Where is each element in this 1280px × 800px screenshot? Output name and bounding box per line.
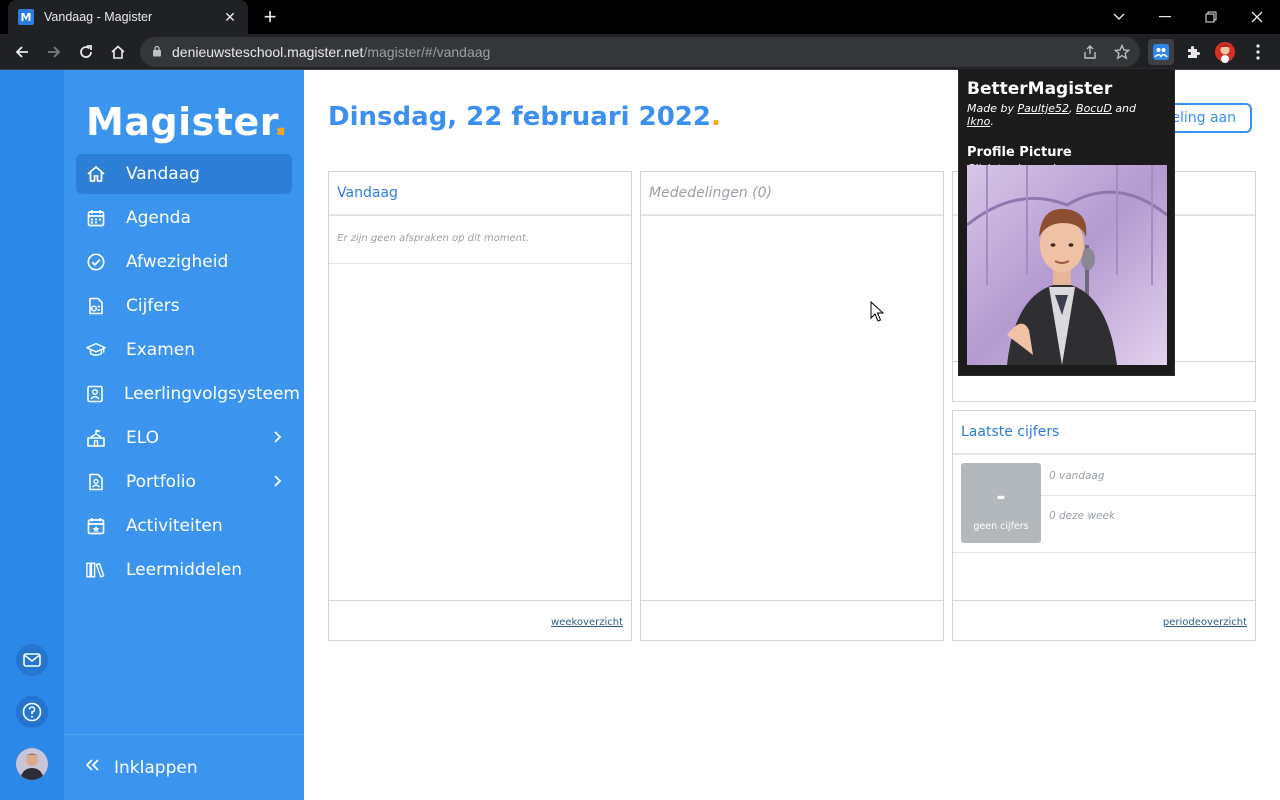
today-card: Vandaag Er zijn geen afspraken op dit mo… [328, 171, 632, 641]
lock-icon [152, 45, 162, 60]
minimize-icon[interactable] [1142, 0, 1188, 34]
sidebar-item-label: Activiteiten [126, 516, 223, 536]
check-circle-icon [86, 252, 106, 272]
sidebar-item-vandaag[interactable]: Vandaag [76, 154, 292, 194]
no-appointments-message: Er zijn geen afspraken op dit moment. [329, 216, 631, 264]
icon-rail [0, 70, 64, 800]
popup-credits: Made by Paultje52, BocuD and Ikno. [967, 102, 1137, 128]
collapse-sidebar-button[interactable]: Inklappen [64, 734, 304, 800]
browser-menu-icon[interactable] [1245, 39, 1271, 65]
sidebar-item-portfolio[interactable]: Portfolio [76, 462, 292, 502]
url-path: /magister/#/vandaag [363, 44, 491, 60]
grade-subtitle: geen cijfers [973, 521, 1029, 532]
sidebar-item-agenda[interactable]: Agenda [76, 198, 292, 238]
messages-icon[interactable] [16, 644, 48, 676]
sidebar-item-elo[interactable]: ELO [76, 418, 292, 458]
bookmark-star-icon[interactable] [1113, 43, 1131, 60]
author-link[interactable]: Ikno [967, 115, 990, 128]
sidebar-item-label: Cijfers [126, 296, 180, 316]
magister-logo[interactable]: Magister. [86, 100, 289, 144]
author-link[interactable]: Paultje52 [1017, 102, 1069, 115]
announcements-card-footer [641, 600, 943, 640]
forward-icon[interactable] [41, 39, 67, 65]
sidebar-item-label: Agenda [126, 208, 191, 228]
profile-picture-image[interactable] [967, 165, 1167, 365]
sidebar-item-activiteiten[interactable]: Activiteiten [76, 506, 292, 546]
browser-tabstrip: M Vandaag - Magister ✕ + [0, 0, 1280, 34]
calendar-icon [86, 208, 106, 228]
calendar-star-icon [86, 516, 106, 536]
bettermagister-popup: BetterMagister Made by Paultje52, BocuD … [958, 68, 1175, 376]
profile-picture-heading: Profile Picture [967, 145, 1072, 160]
today-card-title[interactable]: Vandaag [329, 172, 631, 216]
mouse-cursor-icon [870, 300, 885, 328]
reload-icon[interactable] [73, 39, 99, 65]
stat-divider [1041, 495, 1255, 496]
share-icon[interactable] [1082, 44, 1098, 60]
back-icon[interactable] [9, 39, 35, 65]
home-icon [86, 164, 106, 184]
stat-divider [953, 552, 1255, 553]
periodeoverzicht-link[interactable]: periodeoverzicht [1163, 617, 1247, 628]
grades-week-count: 0 deze week [1049, 510, 1116, 522]
tab-search-chevron-icon[interactable] [1096, 0, 1142, 34]
announcements-card-title[interactable]: Mededelingen (0) [641, 172, 943, 216]
student-profile-icon [86, 384, 104, 404]
profile-avatar-icon[interactable] [1212, 39, 1238, 65]
magister-favicon-icon: M [18, 9, 34, 25]
address-bar[interactable]: denieuwsteschool.magister.net/magister/#… [140, 37, 1140, 67]
popup-title: BetterMagister [967, 79, 1113, 99]
today-card-footer: weekoverzicht [329, 600, 631, 640]
collapse-label: Inklappen [114, 757, 198, 778]
browser-toolbar: denieuwsteschool.magister.net/magister/#… [0, 34, 1280, 70]
latest-grades-title[interactable]: Laatste cijfers [953, 411, 1255, 455]
tab-close-icon[interactable]: ✕ [222, 9, 238, 26]
portfolio-document-icon [86, 472, 106, 492]
books-icon [86, 560, 106, 580]
grade-value: - [996, 485, 1006, 510]
sidebar-item-label: Vandaag [126, 164, 200, 184]
sidebar-item-cijfers[interactable]: Cijfers [76, 286, 292, 326]
sidebar-item-label: ELO [126, 428, 159, 448]
latest-grades-card: Laatste cijfers - geen cijfers 0 vandaag… [952, 410, 1256, 641]
sidebar-item-afwezigheid[interactable]: Afwezigheid [76, 242, 292, 282]
author-link[interactable]: BocuD [1076, 102, 1112, 115]
help-icon[interactable] [16, 696, 48, 728]
browser-tab[interactable]: M Vandaag - Magister ✕ [8, 0, 248, 34]
grades-document-icon [86, 296, 106, 316]
url-host: denieuwsteschool.magister.net [172, 44, 364, 60]
weekoverzicht-link[interactable]: weekoverzicht [551, 617, 623, 628]
chevron-right-icon [270, 430, 284, 444]
sidebar: Magister. Vandaag Agenda Afwezigheid Cij… [64, 70, 304, 800]
school-building-icon [86, 428, 106, 448]
sidebar-item-label: Leerlingvolgsysteem [124, 384, 300, 404]
extensions-puzzle-icon[interactable] [1180, 39, 1206, 65]
chevron-right-icon [270, 474, 284, 488]
latest-grades-footer: periodeoverzicht [953, 600, 1255, 640]
new-tab-icon[interactable]: + [258, 5, 282, 29]
sidebar-item-label: Portfolio [126, 472, 196, 492]
home-browser-icon[interactable] [105, 39, 131, 65]
window-close-icon[interactable] [1234, 0, 1280, 34]
sidebar-item-label: Afwezigheid [126, 252, 229, 272]
user-avatar[interactable] [16, 748, 48, 780]
page-title: Dinsdag, 22 februari 2022. [328, 102, 721, 132]
grades-today-count: 0 vandaag [1049, 470, 1105, 482]
double-chevron-left-icon [84, 758, 100, 777]
sidebar-item-examen[interactable]: Examen [76, 330, 292, 370]
bettermagister-extension-icon[interactable] [1148, 39, 1174, 65]
latest-grade-tile[interactable]: - geen cijfers [961, 463, 1041, 543]
restore-icon[interactable] [1188, 0, 1234, 34]
sidebar-item-label: Leermiddelen [126, 560, 243, 580]
announcements-card: Mededelingen (0) [640, 171, 944, 641]
sidebar-item-leerlingvolgsysteem[interactable]: Leerlingvolgsysteem [76, 374, 300, 414]
tab-title: Vandaag - Magister [44, 10, 153, 24]
graduation-cap-icon [86, 340, 106, 360]
sidebar-item-leermiddelen[interactable]: Leermiddelen [76, 550, 292, 590]
sidebar-item-label: Examen [126, 340, 196, 360]
